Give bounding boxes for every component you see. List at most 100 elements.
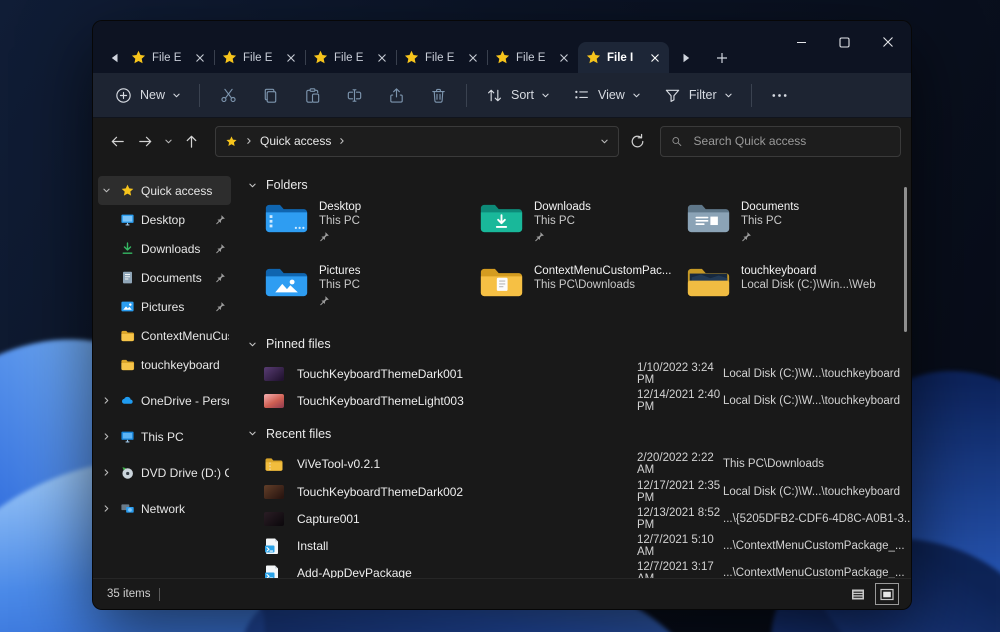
sidebar-item-label: DVD Drive (D:) CCCC	[141, 466, 229, 480]
folder-tile-pictures[interactable]: Pictures This PC	[264, 263, 479, 318]
search-box[interactable]	[660, 126, 901, 157]
sort-button-label: Sort	[511, 88, 534, 102]
chevron-down-icon	[541, 91, 550, 100]
quick-access-star-icon	[225, 135, 238, 148]
image-file-icon	[264, 485, 286, 499]
arrow-left-icon	[109, 133, 126, 150]
tab-close-icon[interactable]	[556, 50, 571, 65]
chevron-down-icon[interactable]	[246, 429, 259, 438]
share-button[interactable]	[375, 78, 417, 112]
sidebar-item-documents[interactable]: Documents	[98, 263, 231, 292]
tab-scroll-left-button[interactable]	[105, 43, 123, 73]
tab-file-explorer-3[interactable]: File E	[305, 42, 396, 73]
file-row-add-appdevpackage[interactable]: Add-AppDevPackage 12/7/2021 3:17 AM ...\…	[264, 560, 911, 578]
tab-scroll-right-button[interactable]	[677, 43, 695, 73]
sidebar-item-this-pc[interactable]: This PC	[98, 422, 231, 451]
breadcrumb-quick-access[interactable]: Quick access	[260, 134, 331, 148]
folder-tile-desktop[interactable]: Desktop This PC	[264, 199, 479, 254]
chevron-down-icon[interactable]	[246, 181, 259, 190]
folder-tile-contextmenucustompac[interactable]: ContextMenuCustomPac... This PC\Download…	[479, 263, 686, 318]
file-name: TouchKeyboardThemeLight003	[297, 394, 637, 408]
powershell-script-icon	[264, 564, 286, 578]
up-button[interactable]	[177, 127, 205, 155]
file-row-touchkeyboardthemelight003[interactable]: TouchKeyboardThemeLight003 12/14/2021 2:…	[264, 387, 911, 414]
file-date: 2/20/2022 2:22 AM	[637, 452, 723, 476]
chevron-right-icon[interactable]	[100, 468, 113, 477]
vertical-scrollbar[interactable]	[904, 187, 907, 332]
address-dropdown-icon[interactable]	[600, 137, 609, 146]
sidebar-item-onedrive[interactable]: OneDrive - Personal	[98, 386, 231, 415]
file-path: Local Disk (C:)\W...\touchkeyboard	[723, 486, 911, 498]
chevron-right-icon[interactable]	[100, 432, 113, 441]
file-row-vivetool[interactable]: ViVeTool-v0.2.1 2/20/2022 2:22 AM This P…	[264, 451, 911, 478]
details-view-button[interactable]	[848, 585, 868, 603]
tab-label: File E	[334, 52, 369, 64]
tile-location: This PC	[534, 214, 591, 228]
section-folders-header[interactable]: Folders	[246, 178, 911, 192]
delete-button[interactable]	[417, 78, 459, 112]
pin-icon	[215, 214, 229, 225]
file-row-install[interactable]: Install 12/7/2021 5:10 AM ...\ContextMen…	[264, 532, 911, 559]
file-row-touchkeyboardthemedark001[interactable]: TouchKeyboardThemeDark001 1/10/2022 3:24…	[264, 360, 911, 387]
tab-close-icon[interactable]	[283, 50, 298, 65]
close-button[interactable]	[866, 23, 909, 61]
tab-file-explorer-5[interactable]: File E	[487, 42, 578, 73]
tab-file-explorer-1[interactable]: File E	[123, 42, 214, 73]
section-pinned-files-header[interactable]: Pinned files	[246, 337, 911, 351]
sidebar-item-desktop[interactable]: Desktop	[98, 205, 231, 234]
tab-close-icon[interactable]	[374, 50, 389, 65]
folder-tile-documents[interactable]: Documents This PC	[686, 199, 911, 254]
sidebar-item-network[interactable]: Network	[98, 494, 231, 523]
powershell-script-icon	[264, 537, 286, 555]
sidebar-item-touchkeyboard[interactable]: touchkeyboard	[98, 350, 231, 379]
rename-button[interactable]	[333, 78, 375, 112]
chevron-down-icon[interactable]	[246, 340, 259, 349]
sort-button[interactable]: Sort	[474, 78, 561, 112]
pin-icon	[319, 231, 361, 246]
chevron-down-icon[interactable]	[100, 186, 113, 195]
address-bar[interactable]: Quick access	[215, 126, 619, 157]
maximize-button[interactable]	[823, 23, 866, 61]
new-button[interactable]: New	[103, 78, 192, 112]
tab-file-explorer-4[interactable]: File E	[396, 42, 487, 73]
minimize-button[interactable]	[780, 23, 823, 61]
section-recent-files-header[interactable]: Recent files	[246, 427, 911, 441]
chevron-right-icon[interactable]	[100, 504, 113, 513]
sidebar-item-quick-access[interactable]: Quick access	[98, 176, 231, 205]
search-input[interactable]	[692, 133, 890, 149]
refresh-button[interactable]	[622, 126, 652, 156]
network-icon	[119, 501, 135, 517]
more-options-button[interactable]	[759, 78, 801, 112]
tab-file-explorer-active[interactable]: File I	[578, 42, 669, 73]
recent-locations-button[interactable]	[159, 127, 177, 155]
tab-close-icon[interactable]	[465, 50, 480, 65]
cut-button[interactable]	[207, 78, 249, 112]
tab-label: File E	[152, 52, 187, 64]
new-tab-button[interactable]	[705, 42, 739, 73]
copy-button[interactable]	[249, 78, 291, 112]
downloads-icon	[119, 241, 135, 257]
paste-button[interactable]	[291, 78, 333, 112]
file-date: 12/13/2021 8:52 PM	[637, 507, 723, 531]
tab-file-explorer-2[interactable]: File E	[214, 42, 305, 73]
folder-tile-touchkeyboard[interactable]: touchkeyboard Local Disk (C:)\Win...\Web	[686, 263, 911, 318]
tab-close-icon[interactable]	[192, 50, 207, 65]
chevron-right-icon[interactable]	[100, 396, 113, 405]
tab-close-icon[interactable]	[647, 50, 662, 65]
sidebar-item-contextmenucust[interactable]: ContextMenuCust	[98, 321, 231, 350]
sidebar-item-dvd-drive[interactable]: DVD Drive (D:) CCCC	[98, 458, 231, 487]
back-button[interactable]	[103, 127, 131, 155]
folder-tile-downloads[interactable]: Downloads This PC	[479, 199, 686, 254]
large-icons-view-button[interactable]	[877, 585, 897, 603]
filter-button[interactable]: Filter	[652, 78, 744, 112]
file-name: Install	[297, 539, 637, 553]
refresh-icon	[629, 133, 646, 150]
file-row-capture001[interactable]: Capture001 12/13/2021 8:52 PM ...\{5205D…	[264, 505, 911, 532]
file-row-touchkeyboardthemedark002[interactable]: TouchKeyboardThemeDark002 12/17/2021 2:3…	[264, 478, 911, 505]
forward-button[interactable]	[131, 127, 159, 155]
dvd-disc-icon	[119, 465, 135, 481]
view-button[interactable]: View	[561, 78, 652, 112]
sidebar-item-pictures[interactable]: Pictures	[98, 292, 231, 321]
window-body: Quick access Desktop Downloads	[93, 164, 911, 578]
sidebar-item-downloads[interactable]: Downloads	[98, 234, 231, 263]
